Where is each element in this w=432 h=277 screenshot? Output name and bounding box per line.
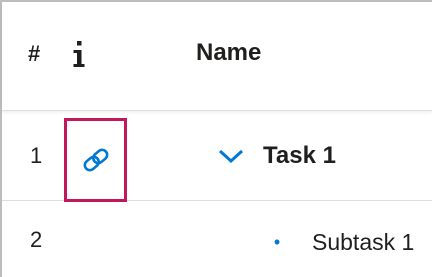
header-row-number[interactable]: # bbox=[28, 36, 40, 72]
link-cell-highlighted[interactable] bbox=[64, 118, 127, 202]
header-name[interactable]: Name bbox=[196, 34, 261, 72]
task-name[interactable]: Task 1 bbox=[263, 138, 336, 174]
link-icon bbox=[83, 148, 108, 172]
table-row[interactable]: 1 Task 1 bbox=[2, 110, 432, 202]
grid-header: # Name bbox=[2, 2, 432, 111]
expand-toggle[interactable] bbox=[216, 138, 246, 174]
task-grid: # Name 1 Task 1 2 • Subtask 1 bbox=[0, 0, 432, 277]
chevron-down-icon bbox=[218, 149, 244, 164]
subtask-name[interactable]: Subtask 1 bbox=[312, 224, 414, 260]
row-number: 1 bbox=[30, 143, 43, 168]
row-number: 2 bbox=[30, 227, 43, 252]
subtask-bullet: • bbox=[273, 231, 281, 252]
info-icon bbox=[73, 41, 85, 67]
table-row[interactable]: 2 • Subtask 1 bbox=[2, 200, 432, 277]
header-info-column[interactable] bbox=[72, 34, 86, 76]
